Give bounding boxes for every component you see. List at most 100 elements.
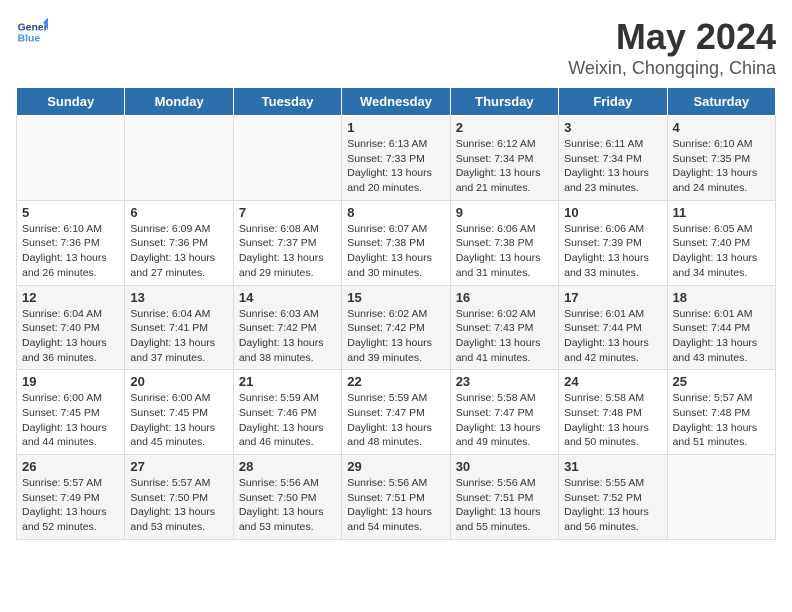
day-number: 22	[347, 374, 444, 389]
calendar-week-row: 5 Sunrise: 6:10 AM Sunset: 7:36 PM Daylig…	[17, 200, 776, 285]
calendar-cell: 12 Sunrise: 6:04 AM Sunset: 7:40 PM Dayli…	[17, 285, 125, 370]
calendar-cell: 11 Sunrise: 6:05 AM Sunset: 7:40 PM Dayli…	[667, 200, 775, 285]
day-info: Sunrise: 6:01 AM Sunset: 7:44 PM Dayligh…	[673, 307, 770, 366]
calendar-cell	[125, 116, 233, 201]
calendar-cell: 16 Sunrise: 6:02 AM Sunset: 7:43 PM Dayli…	[450, 285, 558, 370]
calendar-cell: 8 Sunrise: 6:07 AM Sunset: 7:38 PM Daylig…	[342, 200, 450, 285]
weekday-header-row: SundayMondayTuesdayWednesdayThursdayFrid…	[17, 88, 776, 116]
day-number: 2	[456, 120, 553, 135]
calendar-cell: 28 Sunrise: 5:56 AM Sunset: 7:50 PM Dayli…	[233, 455, 341, 540]
calendar-week-row: 19 Sunrise: 6:00 AM Sunset: 7:45 PM Dayli…	[17, 370, 776, 455]
weekday-header: Monday	[125, 88, 233, 116]
day-info: Sunrise: 6:03 AM Sunset: 7:42 PM Dayligh…	[239, 307, 336, 366]
calendar-cell: 10 Sunrise: 6:06 AM Sunset: 7:39 PM Dayli…	[559, 200, 667, 285]
day-number: 23	[456, 374, 553, 389]
calendar-cell: 5 Sunrise: 6:10 AM Sunset: 7:36 PM Daylig…	[17, 200, 125, 285]
day-info: Sunrise: 6:13 AM Sunset: 7:33 PM Dayligh…	[347, 137, 444, 196]
day-info: Sunrise: 6:00 AM Sunset: 7:45 PM Dayligh…	[130, 391, 227, 450]
calendar-cell	[17, 116, 125, 201]
day-number: 28	[239, 459, 336, 474]
weekday-header: Tuesday	[233, 88, 341, 116]
day-info: Sunrise: 5:57 AM Sunset: 7:50 PM Dayligh…	[130, 476, 227, 535]
day-number: 31	[564, 459, 661, 474]
svg-text:General: General	[18, 22, 48, 33]
day-info: Sunrise: 6:06 AM Sunset: 7:38 PM Dayligh…	[456, 222, 553, 281]
day-number: 10	[564, 205, 661, 220]
day-number: 12	[22, 290, 119, 305]
calendar-week-row: 26 Sunrise: 5:57 AM Sunset: 7:49 PM Dayli…	[17, 455, 776, 540]
calendar-cell: 24Sunrise: 5:58 AM Sunset: 7:48 PM Dayli…	[559, 370, 667, 455]
weekday-header: Saturday	[667, 88, 775, 116]
weekday-header: Friday	[559, 88, 667, 116]
day-info: Sunrise: 6:07 AM Sunset: 7:38 PM Dayligh…	[347, 222, 444, 281]
weekday-header: Thursday	[450, 88, 558, 116]
calendar-cell: 27 Sunrise: 5:57 AM Sunset: 7:50 PM Dayli…	[125, 455, 233, 540]
day-info: Sunrise: 6:04 AM Sunset: 7:41 PM Dayligh…	[130, 307, 227, 366]
day-info: Sunrise: 5:57 AM Sunset: 7:49 PM Dayligh…	[22, 476, 119, 535]
calendar-cell: 6Sunrise: 6:09 AM Sunset: 7:36 PM Daylig…	[125, 200, 233, 285]
day-number: 27	[130, 459, 227, 474]
day-info: Sunrise: 6:12 AM Sunset: 7:34 PM Dayligh…	[456, 137, 553, 196]
day-number: 1	[347, 120, 444, 135]
day-number: 18	[673, 290, 770, 305]
day-number: 20	[130, 374, 227, 389]
calendar-cell: 30 Sunrise: 5:56 AM Sunset: 7:51 PM Dayli…	[450, 455, 558, 540]
logo-icon: General Blue	[16, 16, 48, 48]
day-info: Sunrise: 5:56 AM Sunset: 7:51 PM Dayligh…	[347, 476, 444, 535]
calendar-cell: 17Sunrise: 6:01 AM Sunset: 7:44 PM Dayli…	[559, 285, 667, 370]
day-info: Sunrise: 6:06 AM Sunset: 7:39 PM Dayligh…	[564, 222, 661, 281]
logo: General Blue	[16, 16, 48, 48]
calendar-cell: 26 Sunrise: 5:57 AM Sunset: 7:49 PM Dayli…	[17, 455, 125, 540]
calendar-cell: 2 Sunrise: 6:12 AM Sunset: 7:34 PM Daylig…	[450, 116, 558, 201]
day-info: Sunrise: 6:02 AM Sunset: 7:43 PM Dayligh…	[456, 307, 553, 366]
day-info: Sunrise: 6:10 AM Sunset: 7:36 PM Dayligh…	[22, 222, 119, 281]
calendar-cell: 19 Sunrise: 6:00 AM Sunset: 7:45 PM Dayli…	[17, 370, 125, 455]
day-info: Sunrise: 5:56 AM Sunset: 7:51 PM Dayligh…	[456, 476, 553, 535]
day-info: Sunrise: 5:56 AM Sunset: 7:50 PM Dayligh…	[239, 476, 336, 535]
calendar-cell: 29 Sunrise: 5:56 AM Sunset: 7:51 PM Dayli…	[342, 455, 450, 540]
day-info: Sunrise: 6:00 AM Sunset: 7:45 PM Dayligh…	[22, 391, 119, 450]
calendar-cell: 9Sunrise: 6:06 AM Sunset: 7:38 PM Daylig…	[450, 200, 558, 285]
day-info: Sunrise: 6:10 AM Sunset: 7:35 PM Dayligh…	[673, 137, 770, 196]
day-info: Sunrise: 5:58 AM Sunset: 7:47 PM Dayligh…	[456, 391, 553, 450]
calendar-cell: 18 Sunrise: 6:01 AM Sunset: 7:44 PM Dayli…	[667, 285, 775, 370]
day-number: 13	[130, 290, 227, 305]
svg-text:Blue: Blue	[18, 34, 41, 45]
calendar-cell: 1 Sunrise: 6:13 AM Sunset: 7:33 PM Daylig…	[342, 116, 450, 201]
day-number: 26	[22, 459, 119, 474]
day-info: Sunrise: 6:04 AM Sunset: 7:40 PM Dayligh…	[22, 307, 119, 366]
day-number: 3	[564, 120, 661, 135]
day-number: 5	[22, 205, 119, 220]
calendar-cell	[667, 455, 775, 540]
day-number: 17	[564, 290, 661, 305]
calendar-cell: 20 Sunrise: 6:00 AM Sunset: 7:45 PM Dayli…	[125, 370, 233, 455]
calendar-cell: 7Sunrise: 6:08 AM Sunset: 7:37 PM Daylig…	[233, 200, 341, 285]
header: General Blue May 2024 Weixin, Chongqing,…	[16, 16, 776, 79]
calendar-cell: 22 Sunrise: 5:59 AM Sunset: 7:47 PM Dayli…	[342, 370, 450, 455]
day-number: 6	[130, 205, 227, 220]
weekday-header: Sunday	[17, 88, 125, 116]
calendar-cell: 31 Sunrise: 5:55 AM Sunset: 7:52 PM Dayli…	[559, 455, 667, 540]
day-number: 16	[456, 290, 553, 305]
day-number: 4	[673, 120, 770, 135]
calendar-week-row: 1 Sunrise: 6:13 AM Sunset: 7:33 PM Daylig…	[17, 116, 776, 201]
subtitle: Weixin, Chongqing, China	[568, 58, 776, 79]
day-info: Sunrise: 5:59 AM Sunset: 7:47 PM Dayligh…	[347, 391, 444, 450]
day-info: Sunrise: 5:55 AM Sunset: 7:52 PM Dayligh…	[564, 476, 661, 535]
day-number: 29	[347, 459, 444, 474]
calendar-table: SundayMondayTuesdayWednesdayThursdayFrid…	[16, 87, 776, 540]
calendar-week-row: 12 Sunrise: 6:04 AM Sunset: 7:40 PM Dayli…	[17, 285, 776, 370]
day-number: 25	[673, 374, 770, 389]
day-info: Sunrise: 6:11 AM Sunset: 7:34 PM Dayligh…	[564, 137, 661, 196]
day-number: 8	[347, 205, 444, 220]
day-number: 11	[673, 205, 770, 220]
day-info: Sunrise: 6:05 AM Sunset: 7:40 PM Dayligh…	[673, 222, 770, 281]
day-number: 19	[22, 374, 119, 389]
day-number: 30	[456, 459, 553, 474]
day-info: Sunrise: 6:08 AM Sunset: 7:37 PM Dayligh…	[239, 222, 336, 281]
day-number: 14	[239, 290, 336, 305]
day-info: Sunrise: 6:02 AM Sunset: 7:42 PM Dayligh…	[347, 307, 444, 366]
calendar-cell: 14 Sunrise: 6:03 AM Sunset: 7:42 PM Dayli…	[233, 285, 341, 370]
day-info: Sunrise: 5:59 AM Sunset: 7:46 PM Dayligh…	[239, 391, 336, 450]
main-title: May 2024	[568, 16, 776, 58]
